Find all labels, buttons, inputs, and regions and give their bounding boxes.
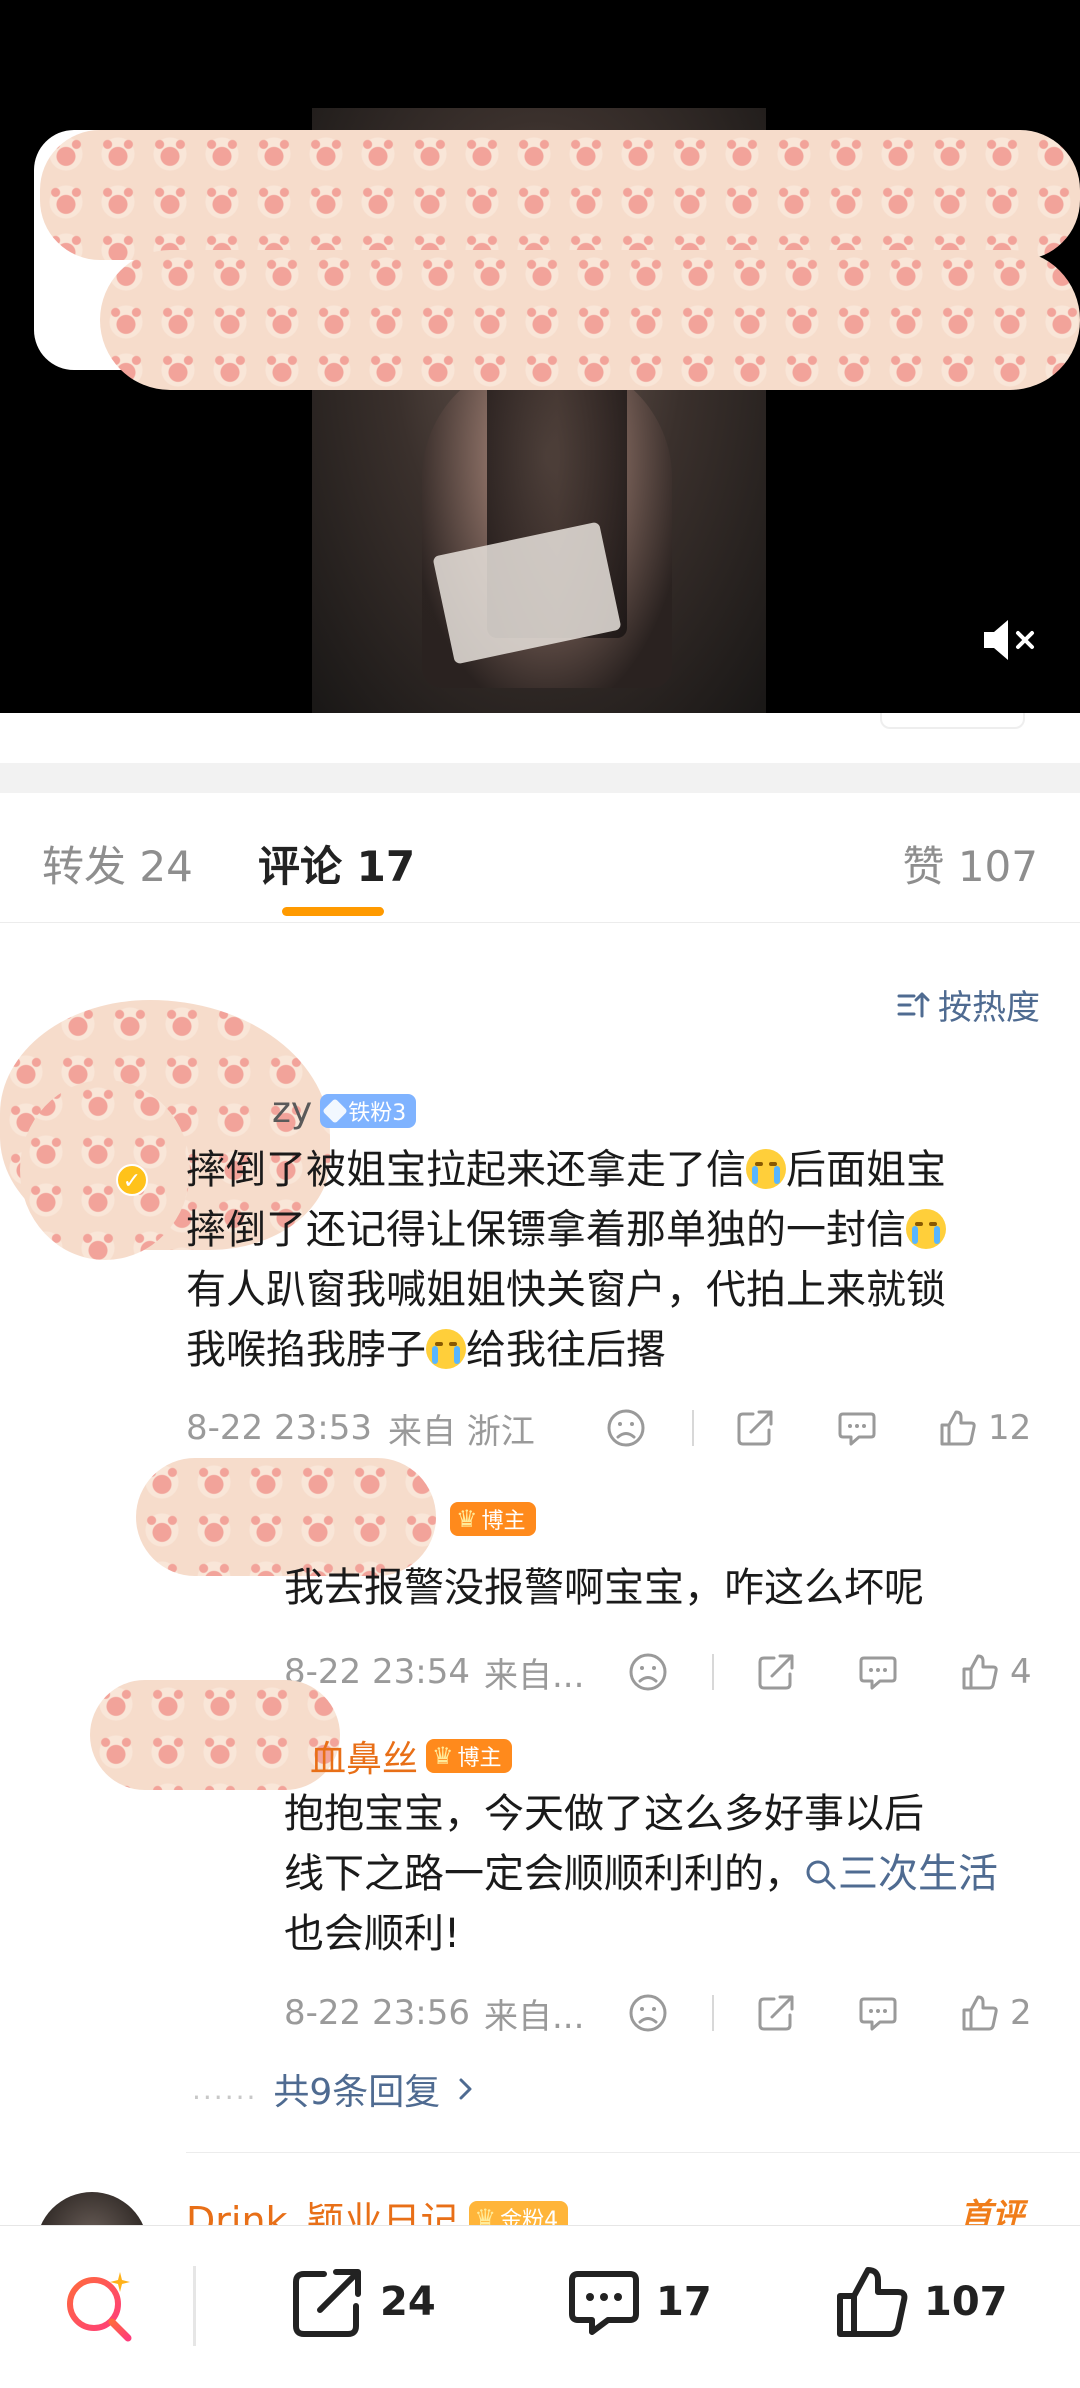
comment-location: 来自 浙江 [387,1411,535,1452]
ai-search-icon[interactable] [60,2266,140,2346]
dots: ...... [192,2072,258,2106]
reply-meta: 8-22 23:54 来自... [284,1647,584,1697]
more-replies-label: 共9条回复 [273,2072,441,2113]
reply-button[interactable] [837,1403,877,1453]
divider [712,1654,714,1690]
chevron-right-icon [459,2078,472,2100]
comment-count: 17 [656,2279,712,2325]
reply-username[interactable]: 血鼻丝 [310,1730,418,1782]
reply-location: 来自... [483,1655,585,1696]
reply-header: ♛ 博主 [450,1502,536,1536]
reply-header: 血鼻丝 ♛ 博主 [310,1730,512,1782]
comment-time: 8-22 23:53 [186,1408,372,1448]
comment-text: 摔倒了被姐宝拉起来还拿走了信 后面姐宝 摔倒了还记得让保镖拿着那单独的一封信 有人… [186,1147,946,1373]
reply-button[interactable] [858,1988,898,2038]
censor-sticker [90,1680,340,1790]
fan-badge[interactable]: 铁粉3 [320,1093,417,1128]
like-button[interactable]: 4 [960,1647,1032,1697]
comment-button[interactable]: 17 [566,2264,712,2340]
sort-label: 按热度 [938,988,1040,1028]
like-count: 4 [1010,1652,1032,1692]
repost-count: 24 [380,2279,436,2325]
like-button[interactable]: 12 [938,1403,1031,1453]
dislike-button[interactable] [628,1647,668,1697]
bottom-action-bar: 24 17 107 [0,2225,1080,2388]
thumbs-up-icon [962,1995,998,2031]
crying-emoji-icon [906,1209,946,1249]
censor-sticker [100,250,1080,390]
share-icon [737,1410,773,1446]
thumbs-up-icon [940,1410,976,1446]
censor-sticker [40,130,1080,260]
like-button[interactable]: 107 [834,2264,1008,2340]
divider [692,1410,694,1446]
tab-repost[interactable]: 转发 24 [42,833,193,894]
reply-time: 8-22 23:56 [284,1993,470,2033]
dislike-button[interactable] [628,1988,668,2038]
reply-location: 来自... [483,1996,585,2037]
dislike-button[interactable] [606,1403,646,1453]
comment-icon [838,1412,876,1446]
crying-emoji-icon [426,1329,466,1369]
divider [193,2266,196,2346]
share-icon [293,2269,361,2337]
share-icon [758,1995,794,2031]
section-divider [0,763,1080,793]
diamond-icon [322,1097,348,1124]
blogger-badge[interactable]: ♛ 博主 [450,1502,536,1536]
sort-button[interactable]: 按热度 [896,980,1040,1029]
video-bottom-strip [0,713,1080,763]
like-button[interactable]: 2 [960,1988,1032,2038]
dislike-face-icon [607,1409,645,1447]
comment-header: zy 铁粉3 [272,1090,417,1131]
divider [712,1995,714,2031]
topic-link[interactable]: 三次生活 [804,1851,998,1897]
sort-icon [897,992,930,1017]
blogger-badge[interactable]: ♛ 博主 [426,1739,512,1773]
reply-meta: 8-22 23:56 来自... [284,1988,584,2038]
reply-time: 8-22 23:54 [284,1652,470,1692]
tab-bar: 转发 24 评论 17 赞 107 [0,793,1080,923]
reply-text: 抱抱宝宝，今天做了这么多好事以后 线下之路一定会顺顺利利的， 三次生活 也会顺利! [284,1791,998,1957]
share-button[interactable] [756,1988,796,2038]
crying-emoji-icon [746,1149,786,1189]
tab-likes[interactable]: 赞 107 [902,833,1038,894]
share-icon [758,1654,794,1690]
dislike-face-icon [629,1994,667,2032]
more-replies-link[interactable]: ...... 共9条回复 [192,2063,476,2115]
tab-comments[interactable]: 评论 17 [258,833,415,894]
comment-meta: 8-22 23:53 来自 浙江 [186,1403,535,1453]
video-player[interactable] [0,0,1080,713]
share-button[interactable] [735,1403,775,1453]
thumbs-up-icon [962,1654,998,1690]
verified-icon: ✓ [116,1164,148,1196]
like-count: 107 [924,2279,1008,2325]
comment-icon [569,2271,639,2335]
avatar[interactable] [20,1080,190,1260]
share-button[interactable] [756,1647,796,1697]
active-tab-indicator [282,907,384,916]
divider [186,2152,1080,2153]
crown-icon: ♛ [432,1742,454,1770]
comment-icon [859,1997,897,2031]
mute-icon[interactable] [980,615,1040,665]
dislike-face-icon [629,1653,667,1691]
like-count: 2 [1010,1993,1032,2033]
repost-button[interactable]: 24 [290,2264,436,2340]
comment-username[interactable]: zy [272,1090,312,1131]
crown-icon: ♛ [456,1505,478,1533]
reply-text: 我去报警没报警啊宝宝，咋这么坏呢 [284,1565,924,1611]
thumbs-up-icon [837,2267,908,2337]
reply-button[interactable] [858,1647,898,1697]
search-icon [806,1860,836,1890]
comment-icon [859,1656,897,1690]
like-count: 12 [988,1408,1032,1448]
